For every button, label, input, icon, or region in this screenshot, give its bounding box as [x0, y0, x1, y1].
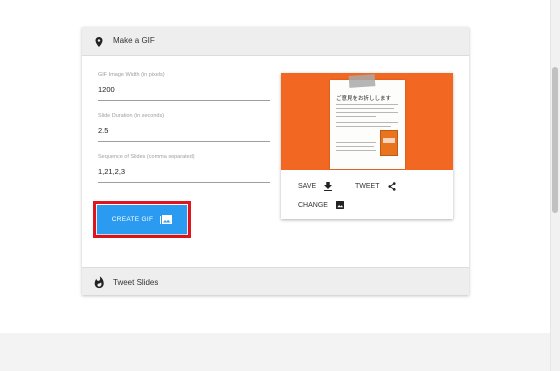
slide-text-line: [336, 108, 394, 109]
create-gif-label: CREATE GIF: [111, 216, 154, 223]
slide-text-line: [336, 146, 374, 147]
card-actions: SAVE TWEET CHANGE: [281, 170, 453, 219]
slide-paper: ご意見をお折しします: [330, 80, 405, 169]
slide-text-line: [336, 122, 398, 123]
slide-duration-input[interactable]: 2.5: [98, 126, 270, 135]
change-label: CHANGE: [298, 201, 328, 209]
slide-text-line: [336, 116, 376, 117]
download-icon: [324, 182, 333, 191]
slide-text-line: [336, 150, 376, 151]
slide-sequence-input[interactable]: 1,21,2,3: [98, 167, 270, 176]
create-gif-button[interactable]: CREATE GIF: [97, 205, 187, 234]
make-gif-header[interactable]: Make a GIF: [82, 27, 469, 56]
gif-preview-card: ご意見をお折しします SAVE TWEET CHANGE: [281, 73, 453, 219]
slide-title: ご意見をお折しします: [336, 96, 392, 102]
scrollbar-thumb[interactable]: [552, 67, 558, 213]
fire-icon: [94, 276, 104, 289]
make-gif-panel: Make a GIF GIF Image Width (in pixels) 1…: [82, 27, 469, 295]
gif-width-field[interactable]: GIF Image Width (in pixels) 1200: [98, 72, 270, 101]
slide-sequence-label: Sequence of Slides (comma separated): [98, 154, 195, 160]
make-gif-title: Make a GIF: [113, 36, 155, 45]
gif-width-underline: [98, 100, 270, 101]
tweet-button[interactable]: TWEET: [355, 182, 396, 191]
slide-text-line: [336, 112, 398, 113]
tweet-slides-title: Tweet Slides: [113, 278, 159, 287]
save-label: SAVE: [298, 183, 317, 190]
slide-preview-image: ご意見をお折しします: [281, 73, 453, 170]
image-icon: [335, 201, 344, 209]
slide-sequence-underline: [98, 182, 270, 183]
slide-text-line: [336, 126, 391, 127]
share-icon: [387, 182, 396, 191]
slide-duration-underline: [98, 141, 270, 142]
image-library-icon: [160, 214, 173, 224]
slide-text-line: [336, 142, 376, 143]
change-button[interactable]: CHANGE: [298, 201, 344, 209]
gif-width-label: GIF Image Width (in pixels): [98, 72, 165, 78]
slide-tape: [348, 74, 376, 88]
tweet-label: TWEET: [355, 183, 380, 190]
page-scrollbar[interactable]: [550, 0, 560, 371]
gif-width-input[interactable]: 1200: [98, 85, 270, 94]
place-icon: [95, 37, 103, 47]
tweet-slides-header[interactable]: Tweet Slides: [82, 267, 469, 295]
slide-text-line: [336, 104, 398, 105]
save-button[interactable]: SAVE: [298, 182, 333, 191]
book-cover-image: [380, 130, 398, 156]
slide-duration-label: Slide Duration (in seconds): [98, 113, 165, 119]
slide-sequence-field[interactable]: Sequence of Slides (comma separated) 1,2…: [98, 154, 270, 183]
slide-duration-field[interactable]: Slide Duration (in seconds) 2.5: [98, 113, 270, 142]
